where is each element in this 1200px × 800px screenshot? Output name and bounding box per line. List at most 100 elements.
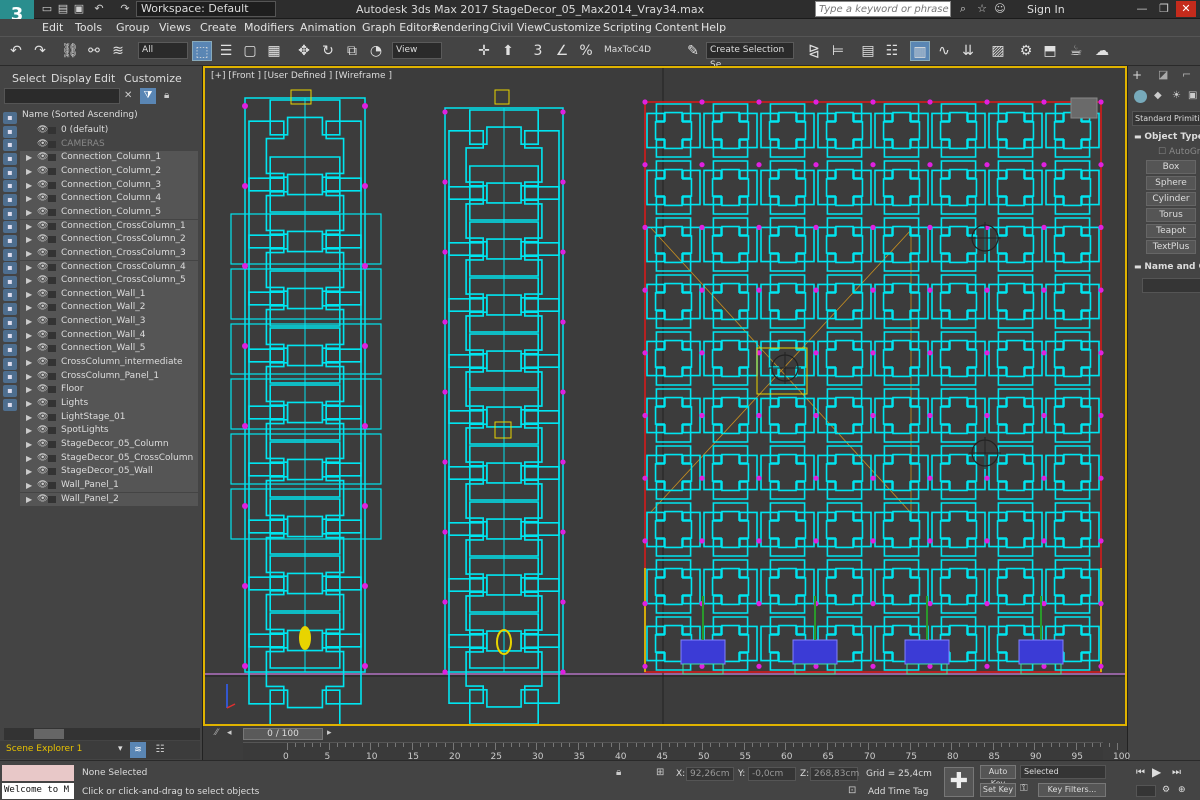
explorer-filter-icon[interactable]: ▪ xyxy=(3,357,17,370)
expand-arrow-icon[interactable]: ▶ xyxy=(26,383,32,396)
expand-arrow-icon[interactable]: ▶ xyxy=(26,261,32,274)
hierarchy-tab-icon[interactable]: ⌐ xyxy=(1182,68,1191,81)
visibility-eye-icon[interactable]: 👁︎ xyxy=(37,329,48,342)
visibility-eye-icon[interactable]: 👁︎ xyxy=(37,438,48,451)
expand-arrow-icon[interactable]: ▶ xyxy=(26,493,32,506)
play-icon[interactable]: ▶ xyxy=(1152,765,1161,779)
teapot-button[interactable]: Teapot xyxy=(1146,224,1196,238)
maxscript-listener-mini[interactable] xyxy=(2,765,74,781)
scale-icon[interactable]: ⧉ xyxy=(342,41,362,61)
tree-item[interactable]: ▶ 👁︎ Wall_Panel_2 xyxy=(20,492,198,507)
visibility-eye-icon[interactable]: 👁︎ xyxy=(37,165,48,178)
sphere-button[interactable]: Sphere xyxy=(1146,176,1196,190)
go-end-icon[interactable]: ⏭ xyxy=(1172,767,1181,778)
expand-arrow-icon[interactable]: ▶ xyxy=(26,274,32,287)
close-icon[interactable]: ✕ xyxy=(124,90,132,101)
redo-icon[interactable]: ↷ xyxy=(30,41,50,61)
expand-arrow-icon[interactable]: ▶ xyxy=(26,315,32,328)
visibility-eye-icon[interactable]: 👁︎ xyxy=(37,356,48,369)
explorer-filter-icon[interactable]: ▪ xyxy=(3,316,17,329)
visibility-eye-icon[interactable]: 👁︎ xyxy=(37,315,48,328)
menu-graph-editors[interactable]: Graph Editors xyxy=(362,21,438,34)
explorer-filter-icon[interactable]: ▪ xyxy=(3,248,17,261)
menu-rendering[interactable]: Rendering xyxy=(433,21,489,34)
explorer-filter-icon[interactable]: ▪ xyxy=(3,207,17,220)
time-tag-icon[interactable]: ⊡ xyxy=(848,785,856,796)
expand-arrow-icon[interactable]: ▶ xyxy=(26,342,32,355)
y-coordinate-field[interactable]: -0,0cm xyxy=(748,767,796,781)
explorer-search-field[interactable] xyxy=(4,88,120,104)
menu-create[interactable]: Create xyxy=(200,21,237,34)
layer-explorer-icon[interactable]: ▤ xyxy=(858,41,878,61)
expand-arrow-icon[interactable]: ▶ xyxy=(26,220,32,233)
explorer-filter-icon[interactable]: ▪ xyxy=(3,193,17,206)
explorer-menu-edit[interactable]: Edit xyxy=(94,72,115,85)
edit-named-selection-icon[interactable]: ✎ xyxy=(683,41,703,61)
auto-key-button[interactable]: Auto Key xyxy=(980,765,1016,788)
menu-edit[interactable]: Edit xyxy=(42,21,63,34)
rotate-icon[interactable]: ↻ xyxy=(318,41,338,61)
explorer-filter-icon[interactable]: ▪ xyxy=(3,330,17,343)
tree-item[interactable]: ▶ 👁︎ Connection_Column_4 xyxy=(20,192,198,206)
sign-in-link[interactable]: Sign In xyxy=(1027,3,1065,16)
horizontal-scrollbar[interactable] xyxy=(4,728,200,740)
tree-item[interactable]: ▶ 👁︎ Connection_CrossColumn_3 xyxy=(20,246,198,261)
transform-mode-icon[interactable]: ⊞ xyxy=(656,767,664,778)
close-button[interactable]: ✕ xyxy=(1176,1,1196,17)
expand-arrow-icon[interactable]: ▶ xyxy=(26,356,32,369)
x-coordinate-field[interactable]: 92,26cm xyxy=(686,767,734,781)
visibility-eye-icon[interactable]: 👁︎ xyxy=(37,493,48,506)
explorer-filter-icon[interactable]: ▪ xyxy=(3,371,17,384)
timeline-toggle-icon[interactable]: ⁄⁄ xyxy=(215,728,218,738)
set-key-big-icon[interactable]: ✚ xyxy=(944,767,974,797)
render-cloud-icon[interactable]: ☁ xyxy=(1092,41,1112,61)
tree-item[interactable]: ▶ 👁︎ Connection_Wall_2 xyxy=(20,301,198,316)
menu-customize[interactable]: Customize xyxy=(543,21,601,34)
material-editor-icon[interactable]: ▨ xyxy=(988,41,1008,61)
expand-arrow-icon[interactable]: ▶ xyxy=(26,452,32,465)
key-filters-button[interactable]: Key Filters... xyxy=(1038,783,1106,797)
select-manipulate-icon[interactable]: ⬆ xyxy=(498,41,518,61)
window-crossing-icon[interactable]: ▦ xyxy=(264,41,284,61)
expand-arrow-icon[interactable]: ▶ xyxy=(26,397,32,410)
tree-item[interactable]: ▶ 👁︎ CrossColumn_Panel_1 xyxy=(20,369,198,384)
visibility-eye-icon[interactable]: 👁︎ xyxy=(37,179,48,192)
explorer-filter-icon[interactable]: ▪ xyxy=(3,221,17,234)
tree-item[interactable]: ▶ 👁︎ Wall_Panel_1 xyxy=(20,478,198,493)
scene-explorer-icon[interactable]: ☷ xyxy=(882,41,902,61)
menu-group[interactable]: Group xyxy=(116,21,150,34)
key-filter-icon[interactable]: ⚿ xyxy=(1020,783,1028,794)
menu-modifiers[interactable]: Modifiers xyxy=(244,21,294,34)
shapes-icon[interactable]: ◆ xyxy=(1154,90,1162,101)
explorer-filter-icon[interactable]: ▪ xyxy=(3,125,17,138)
expand-arrow-icon[interactable]: ▶ xyxy=(26,301,32,314)
place-icon[interactable]: ◔ xyxy=(366,41,386,61)
visibility-eye-icon[interactable]: 👁︎ xyxy=(37,192,48,205)
tree-item[interactable]: ▶ 👁︎ Connection_CrossColumn_1 xyxy=(20,219,198,234)
expand-arrow-icon[interactable]: ▶ xyxy=(26,424,32,437)
schematic-view-icon[interactable]: ⇊ xyxy=(958,41,978,61)
set-key-button[interactable]: Set Key xyxy=(980,783,1016,797)
tree-item[interactable]: ▶ 👁︎ Connection_CrossColumn_4 xyxy=(20,260,198,275)
tree-item[interactable]: ▶ 👁︎ StageDecor_05_Column xyxy=(20,437,198,452)
object-name-field[interactable] xyxy=(1142,278,1200,293)
tree-item[interactable]: ▶ 👁︎ Connection_Wall_3 xyxy=(20,315,198,329)
explorer-menu-select[interactable]: Select xyxy=(12,72,46,85)
time-slider[interactable]: 0 / 100 xyxy=(243,728,323,740)
explorer-filter-icon[interactable]: ▪ xyxy=(3,112,17,124)
tree-item[interactable]: ▶ 👁︎ Connection_Wall_4 xyxy=(20,328,198,343)
tree-item[interactable]: 👁︎ CAMERAS xyxy=(20,138,198,152)
cameras-icon[interactable]: ▣ xyxy=(1188,90,1197,101)
tree-item[interactable]: ▶ 👁︎ Connection_CrossColumn_2 xyxy=(20,233,198,247)
tree-item[interactable]: ▶ 👁︎ StageDecor_05_CrossColumn xyxy=(20,451,198,466)
layers-icon[interactable]: ≋ xyxy=(130,742,146,758)
explorer-filter-icon[interactable]: ▪ xyxy=(3,152,17,165)
menu-views[interactable]: Views xyxy=(159,21,191,34)
visibility-eye-icon[interactable]: 👁︎ xyxy=(37,452,48,465)
explorer-filter-icon[interactable]: ▪ xyxy=(3,385,17,397)
render-production-icon[interactable]: ☕ xyxy=(1066,41,1086,61)
visibility-eye-icon[interactable]: 👁︎ xyxy=(37,288,48,301)
explorer-filter-icon[interactable]: ▪ xyxy=(3,262,17,275)
maxscript-input[interactable]: Welcome to M xyxy=(2,783,74,799)
category-dropdown[interactable]: Standard Primitives xyxy=(1132,111,1200,126)
